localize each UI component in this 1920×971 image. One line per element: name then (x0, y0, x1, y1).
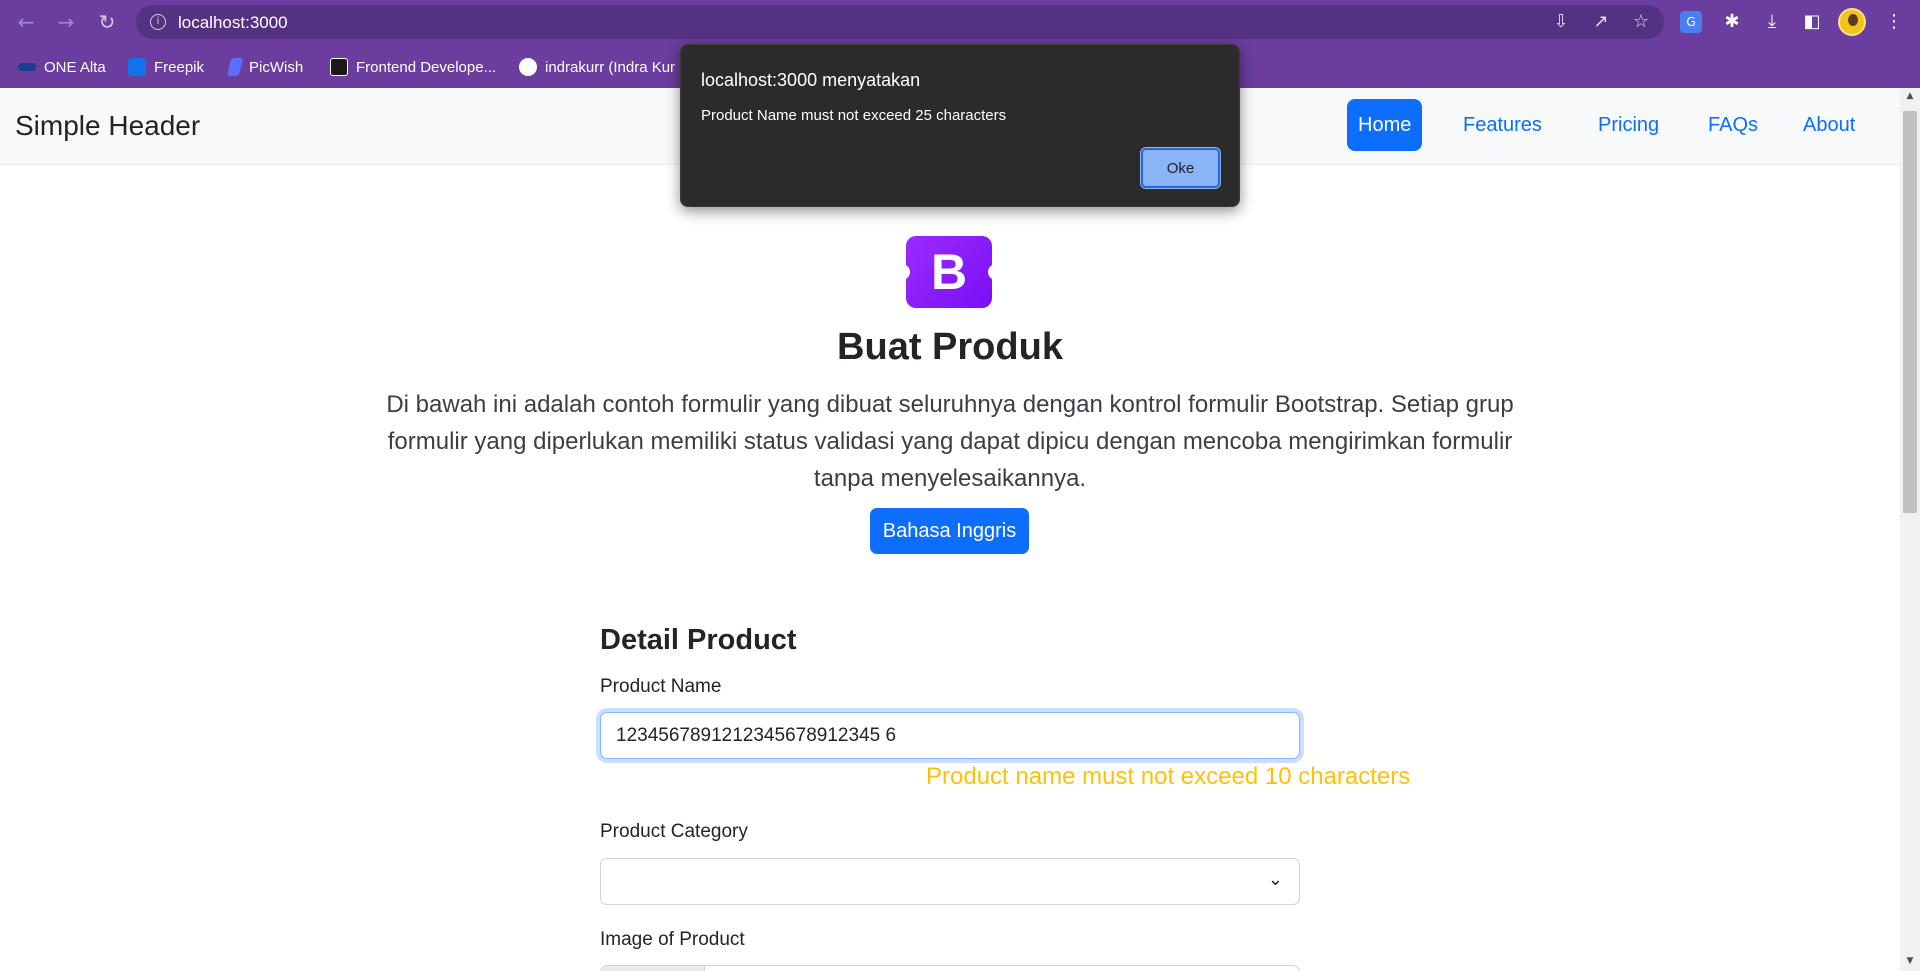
freepik-icon (128, 58, 146, 76)
picwish-icon (226, 58, 244, 76)
bookmark-label: indrakurr (Indra Kur (545, 58, 676, 76)
share-icon[interactable]: ↗ (1590, 11, 1612, 33)
bookmark-label: Frontend Develope... (356, 58, 497, 76)
nav-pricing[interactable]: Pricing (1587, 99, 1670, 151)
extensions-icon[interactable]: ✱ (1720, 10, 1744, 34)
language-button[interactable]: Bahasa Inggris (870, 508, 1029, 554)
bookmark-label: Freepik (154, 58, 205, 76)
nav-faqs[interactable]: FAQs (1697, 99, 1769, 151)
product-name-label: Product Name (600, 676, 722, 697)
nav-about[interactable]: About (1792, 99, 1866, 151)
nav-features[interactable]: Features (1452, 99, 1553, 151)
bookmark-one-alta[interactable]: ONE Alta (18, 56, 106, 78)
install-app-icon[interactable]: ⇩ (1550, 11, 1572, 33)
site-info-icon[interactable]: i (150, 14, 166, 30)
address-bar[interactable]: i localhost:3000 ⇩ ↗ ☆ (136, 5, 1664, 39)
menu-kebab-icon[interactable]: ⋮ (1882, 10, 1906, 34)
bookmark-github[interactable]: indrakurr (Indra Kur (519, 56, 675, 78)
image-of-product-label: Image of Product (600, 929, 745, 950)
google-translate-icon[interactable]: G (1680, 11, 1702, 33)
forward-icon[interactable]: → (52, 8, 80, 36)
browser-toolbar: ← → ↻ i localhost:3000 ⇩ ↗ ☆ G ✱ ⤓ ◧ ⋮ (0, 0, 1920, 44)
downloads-icon[interactable]: ⤓ (1760, 10, 1784, 34)
back-icon[interactable]: ← (12, 8, 40, 36)
dialog-message: Product Name must not exceed 25 characte… (701, 107, 1007, 124)
profile-avatar[interactable] (1838, 8, 1866, 36)
github-icon (519, 58, 537, 76)
chevron-down-icon: ⌄ (1267, 869, 1283, 890)
bookmark-star-icon[interactable]: ☆ (1630, 11, 1652, 33)
image-file-input[interactable] (600, 965, 1300, 971)
product-category-select[interactable]: ⌄ (600, 858, 1300, 905)
dialog-title: localhost:3000 menyatakan (701, 70, 921, 90)
reload-icon[interactable]: ↻ (93, 8, 121, 36)
side-panel-icon[interactable]: ◧ (1800, 10, 1824, 34)
scroll-thumb[interactable] (1903, 111, 1917, 513)
page-scrollbar[interactable]: ▲ ▼ (1900, 88, 1920, 971)
scroll-up-icon[interactable]: ▲ (1904, 91, 1916, 103)
bookmark-picwish[interactable]: PicWish (226, 56, 304, 78)
product-name-warning: Product name must not exceed 10 characte… (926, 763, 1411, 790)
scroll-down-icon[interactable]: ▼ (1904, 956, 1916, 968)
bookmark-frontend-developer[interactable]: Frontend Develope... (330, 56, 496, 78)
bootstrap-logo-icon: B (900, 236, 998, 308)
bookmark-label: PicWish (249, 58, 304, 76)
one-alta-icon (18, 63, 36, 71)
nav-home[interactable]: Home (1347, 99, 1423, 151)
section-title: Detail Product (600, 624, 797, 656)
page-content: Simple Header Home Features Pricing FAQs… (0, 88, 1900, 971)
choose-file-button[interactable] (601, 966, 705, 971)
page-title: Buat Produk (837, 326, 1063, 368)
frontend-mentor-icon (330, 58, 348, 76)
address-url[interactable]: localhost:3000 (178, 13, 288, 33)
page-description: Di bawah ini adalah contoh formulir yang… (386, 391, 1514, 492)
bookmark-label: ONE Alta (44, 58, 106, 76)
alert-dialog: localhost:3000 menyatakan Product Name m… (680, 44, 1240, 207)
product-name-input[interactable] (600, 712, 1300, 759)
product-category-label: Product Category (600, 821, 748, 842)
dialog-ok-button[interactable]: Oke (1140, 147, 1221, 189)
brand-title[interactable]: Simple Header (15, 110, 200, 142)
bookmark-freepik[interactable]: Freepik (128, 56, 204, 78)
